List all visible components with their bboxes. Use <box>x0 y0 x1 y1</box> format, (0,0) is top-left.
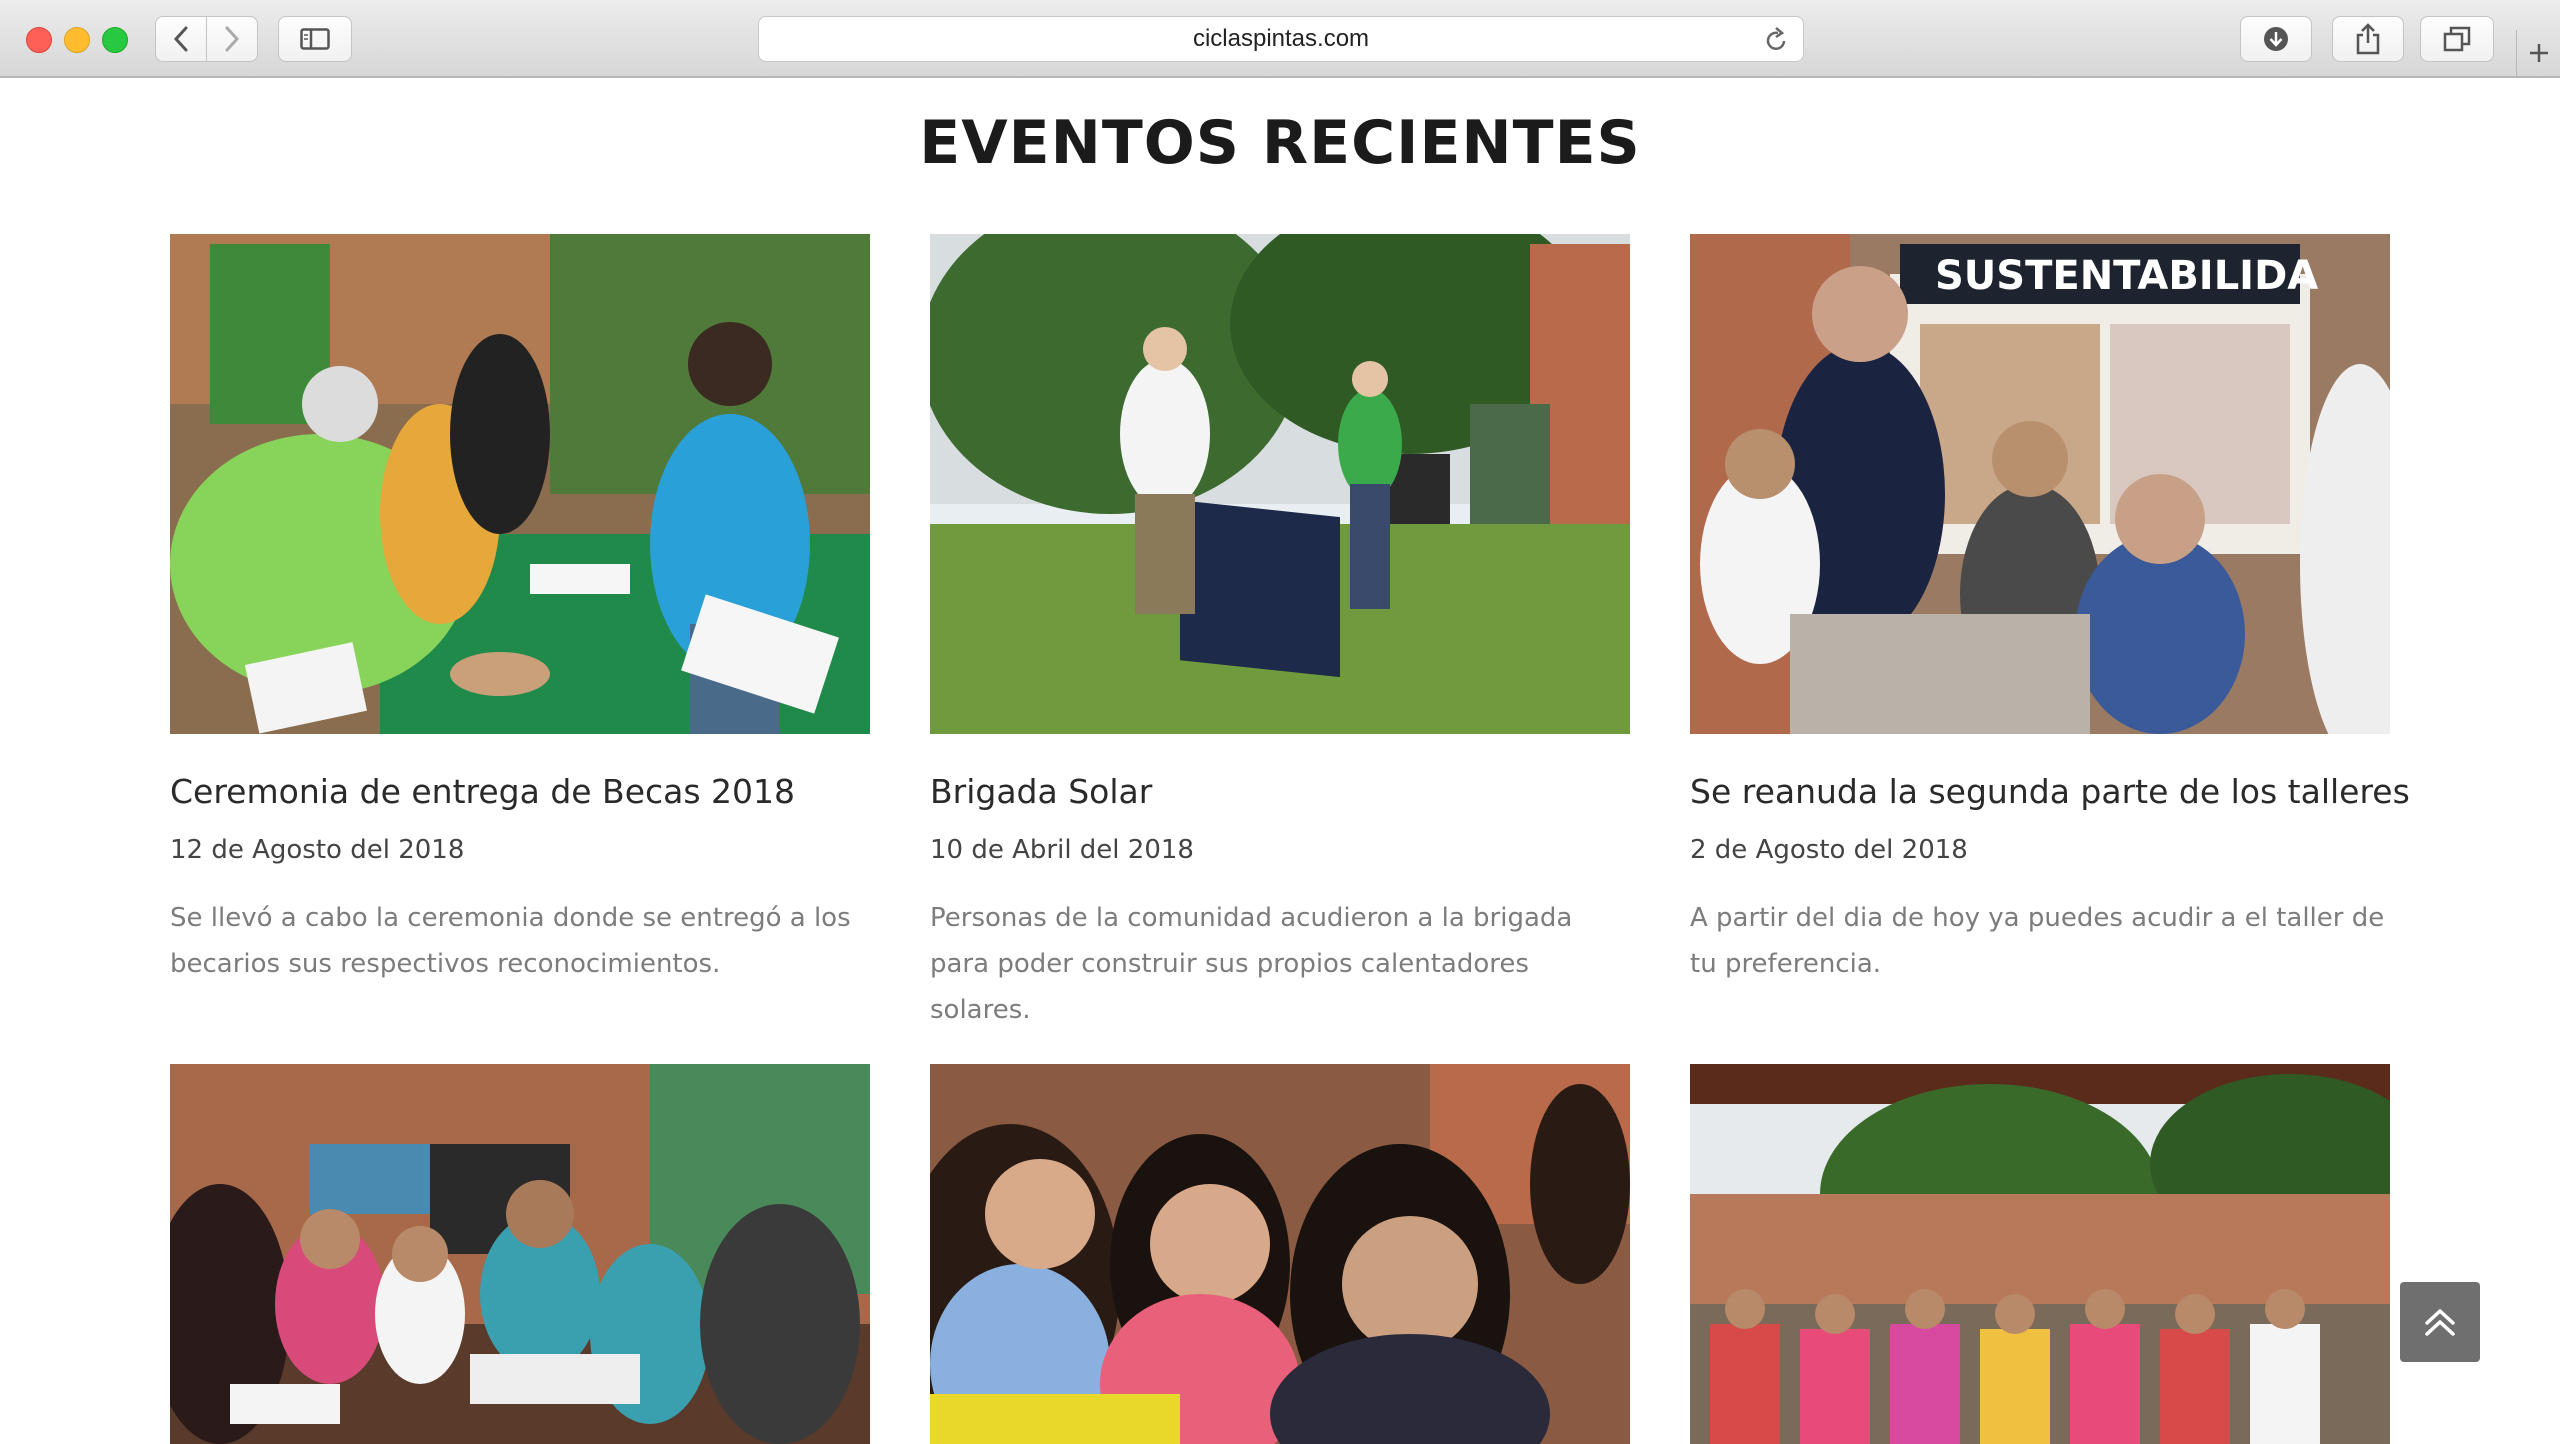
show-tabs-button[interactable] <box>2420 16 2494 62</box>
event-date: 12 de Agosto del 2018 <box>170 835 465 865</box>
event-card <box>1690 1064 2390 1444</box>
sidebar-icon <box>300 28 330 50</box>
url-text: ciclaspintas.com <box>1192 25 1370 52</box>
sidebar-toggle-button[interactable] <box>278 16 352 62</box>
event-description: Se llevó a cabo la ceremonia donde se en… <box>170 903 851 979</box>
event-photo-ninas-dibujando[interactable] <box>930 1064 1630 1444</box>
plus-icon <box>2530 44 2548 62</box>
minimize-window-button[interactable] <box>64 27 90 53</box>
close-window-button[interactable] <box>26 27 52 53</box>
event-card: Ceremonia de entrega de Becas 2018 12 de… <box>170 234 870 987</box>
zoom-window-button[interactable] <box>102 27 128 53</box>
address-bar[interactable]: ciclaspintas.com <box>758 16 1804 62</box>
back-button[interactable] <box>155 16 207 62</box>
scroll-to-top-button[interactable] <box>2400 1282 2480 1362</box>
event-date: 2 de Agosto del 2018 <box>1690 835 1968 865</box>
photo-banner-text: SUSTENTABILIDA <box>1935 253 2318 299</box>
section-title: EVENTOS RECIENTES <box>919 108 1641 178</box>
event-title[interactable]: Brigada Solar <box>930 772 1630 811</box>
event-description: Personas de la comunidad acudieron a la … <box>930 903 1573 1025</box>
share-button[interactable] <box>2332 16 2404 62</box>
reload-icon[interactable] <box>1763 26 1789 54</box>
share-icon <box>2356 23 2380 55</box>
download-icon <box>2264 27 2288 51</box>
tabs-icon <box>2443 26 2471 52</box>
chevron-left-icon <box>173 26 188 52</box>
event-card: SUSTENTABILIDA Se reanuda la segunda par… <box>1690 234 2410 987</box>
event-card <box>930 1064 1630 1444</box>
chevron-right-icon <box>225 26 240 52</box>
event-title[interactable]: Se reanuda la segunda parte de los talle… <box>1690 772 2410 811</box>
event-photo-festival[interactable] <box>1690 1064 2390 1444</box>
new-tab-button[interactable] <box>2516 30 2560 76</box>
event-date: 10 de Abril del 2018 <box>930 835 1194 865</box>
event-photo-talleres[interactable]: SUSTENTABILIDA <box>1690 234 2390 734</box>
forward-button[interactable] <box>206 16 258 62</box>
event-photo-brigada-solar[interactable] <box>930 234 1630 734</box>
event-description: A partir del dia de hoy ya puedes acudir… <box>1690 903 2385 979</box>
event-card: Brigada Solar 10 de Abril del 2018 Perso… <box>930 234 1630 1033</box>
downloads-button[interactable] <box>2240 16 2312 62</box>
event-card <box>170 1064 870 1444</box>
double-chevron-up-icon <box>2425 1309 2455 1336</box>
browser-toolbar: ciclaspintas.com <box>0 0 2560 78</box>
event-photo-taller-ninos[interactable] <box>170 1064 870 1444</box>
event-photo-becas[interactable] <box>170 234 870 734</box>
event-title[interactable]: Ceremonia de entrega de Becas 2018 <box>170 772 870 811</box>
